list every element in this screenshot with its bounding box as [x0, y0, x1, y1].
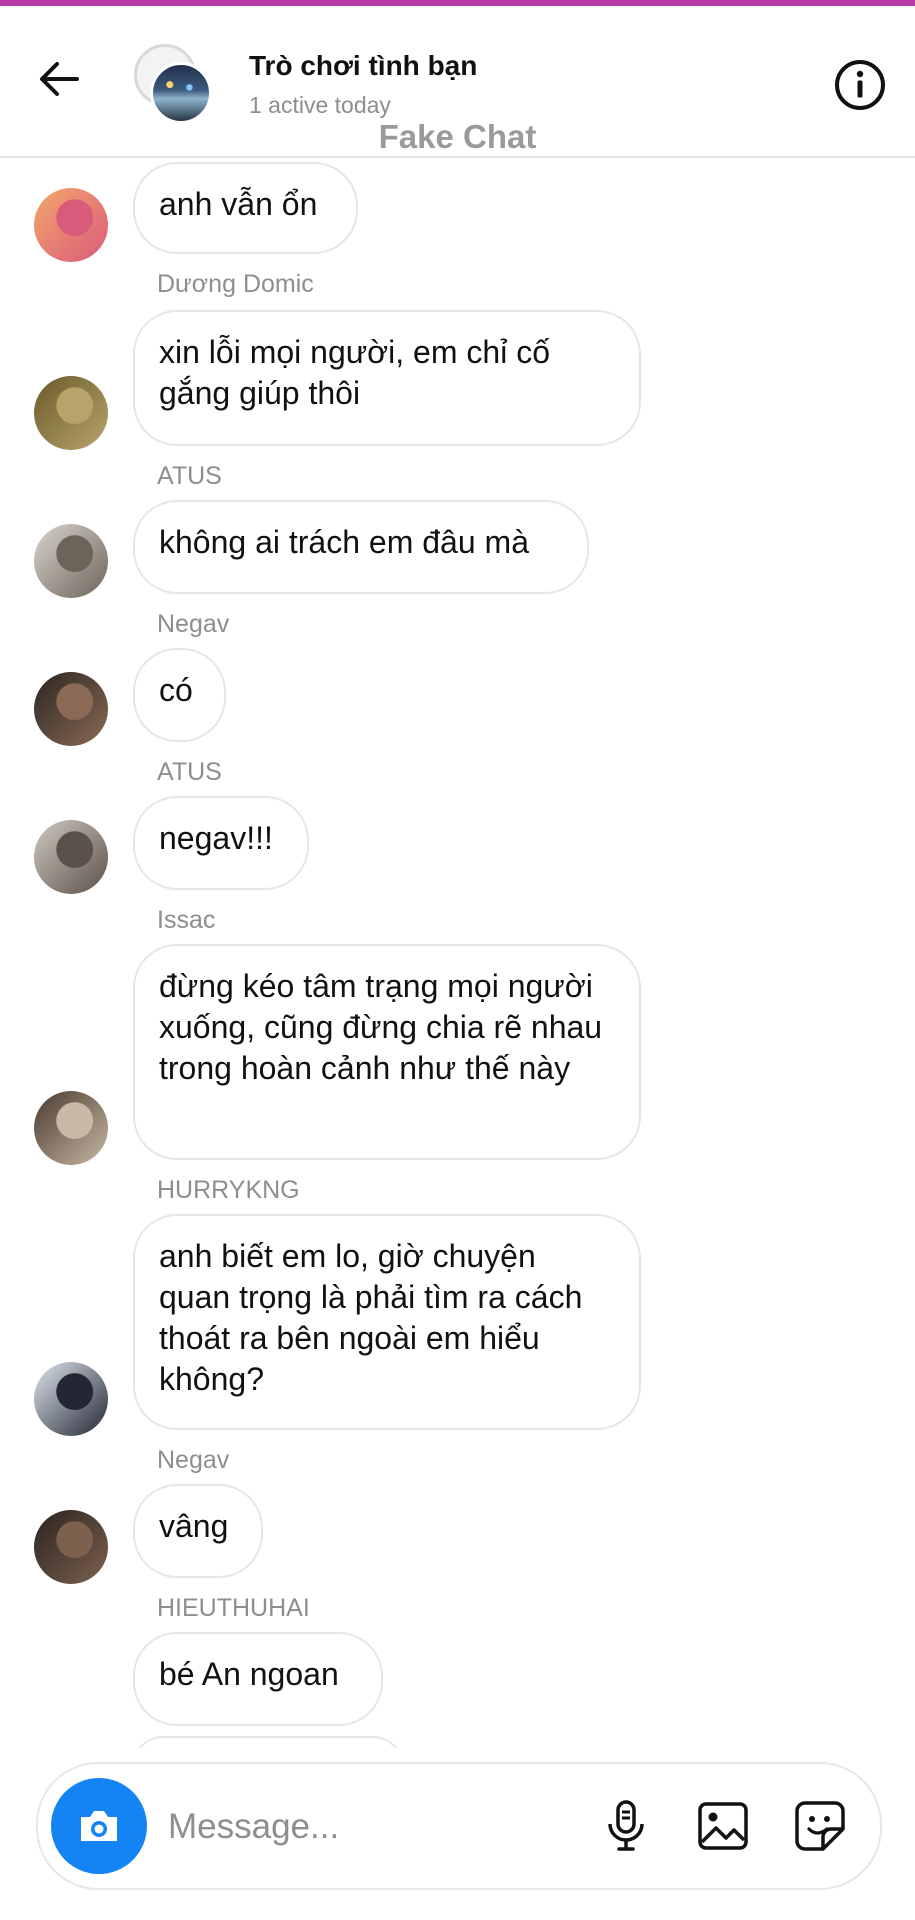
sender-name: Negav	[157, 610, 230, 638]
message-bubble-partial[interactable]	[133, 1736, 403, 1748]
message-bubble[interactable]: anh vẫn ổn	[133, 162, 358, 254]
message-bubble[interactable]: negav!!!	[133, 796, 309, 890]
message-input[interactable]	[166, 1796, 610, 1858]
image-icon	[698, 1802, 748, 1850]
info-icon	[835, 60, 885, 110]
group-avatar[interactable]	[134, 44, 214, 124]
camera-button[interactable]	[51, 1778, 147, 1874]
message-composer	[36, 1762, 882, 1890]
group-avatar-front	[150, 62, 212, 124]
sticker-button[interactable]	[790, 1796, 850, 1856]
sender-avatar[interactable]	[34, 1362, 108, 1436]
sender-name: HURRYKNG	[157, 1176, 300, 1204]
sender-name: ATUS	[157, 462, 222, 490]
active-status: 1 active today	[249, 92, 391, 118]
chat-header: Trò chơi tình bạn 1 active today Fake Ch…	[0, 6, 915, 158]
sender-name: Issac	[157, 906, 216, 934]
camera-icon	[81, 1811, 117, 1841]
sender-avatar[interactable]	[34, 524, 108, 598]
gallery-button[interactable]	[693, 1796, 753, 1856]
sender-avatar[interactable]	[34, 672, 108, 746]
arrow-left-icon	[40, 62, 79, 96]
sender-avatar[interactable]	[34, 188, 108, 262]
info-button[interactable]	[833, 58, 887, 112]
sender-avatar[interactable]	[34, 1510, 108, 1584]
message-bubble[interactable]: vâng	[133, 1484, 263, 1578]
message-thread[interactable]: anh vẫn ổn Dương Domic xin lỗi mọi người…	[0, 158, 915, 1748]
message-bubble[interactable]: đừng kéo tâm trạng mọi người xuống, cũng…	[133, 944, 641, 1160]
message-bubble[interactable]: bé An ngoan	[133, 1632, 383, 1726]
microphone-button[interactable]	[596, 1796, 656, 1856]
sender-name: Dương Domic	[157, 270, 314, 298]
sender-avatar[interactable]	[34, 376, 108, 450]
sender-name: ATUS	[157, 758, 222, 786]
sender-avatar[interactable]	[34, 1091, 108, 1165]
microphone-icon	[608, 1800, 644, 1851]
chat-title[interactable]: Trò chơi tình bạn	[249, 50, 477, 82]
sticker-icon	[795, 1801, 845, 1851]
message-bubble[interactable]: không ai trách em đâu mà	[133, 500, 589, 594]
message-bubble[interactable]: có	[133, 648, 226, 742]
message-bubble[interactable]: xin lỗi mọi người, em chỉ cố gắng giúp t…	[133, 310, 641, 446]
watermark: Fake Chat	[378, 118, 537, 155]
message-bubble[interactable]: anh biết em lo, giờ chuyện quan trọng là…	[133, 1214, 641, 1430]
back-button[interactable]	[30, 50, 88, 108]
sender-name: Negav	[157, 1446, 230, 1474]
sender-avatar[interactable]	[34, 820, 108, 894]
sender-name: HIEUTHUHAI	[157, 1594, 310, 1622]
